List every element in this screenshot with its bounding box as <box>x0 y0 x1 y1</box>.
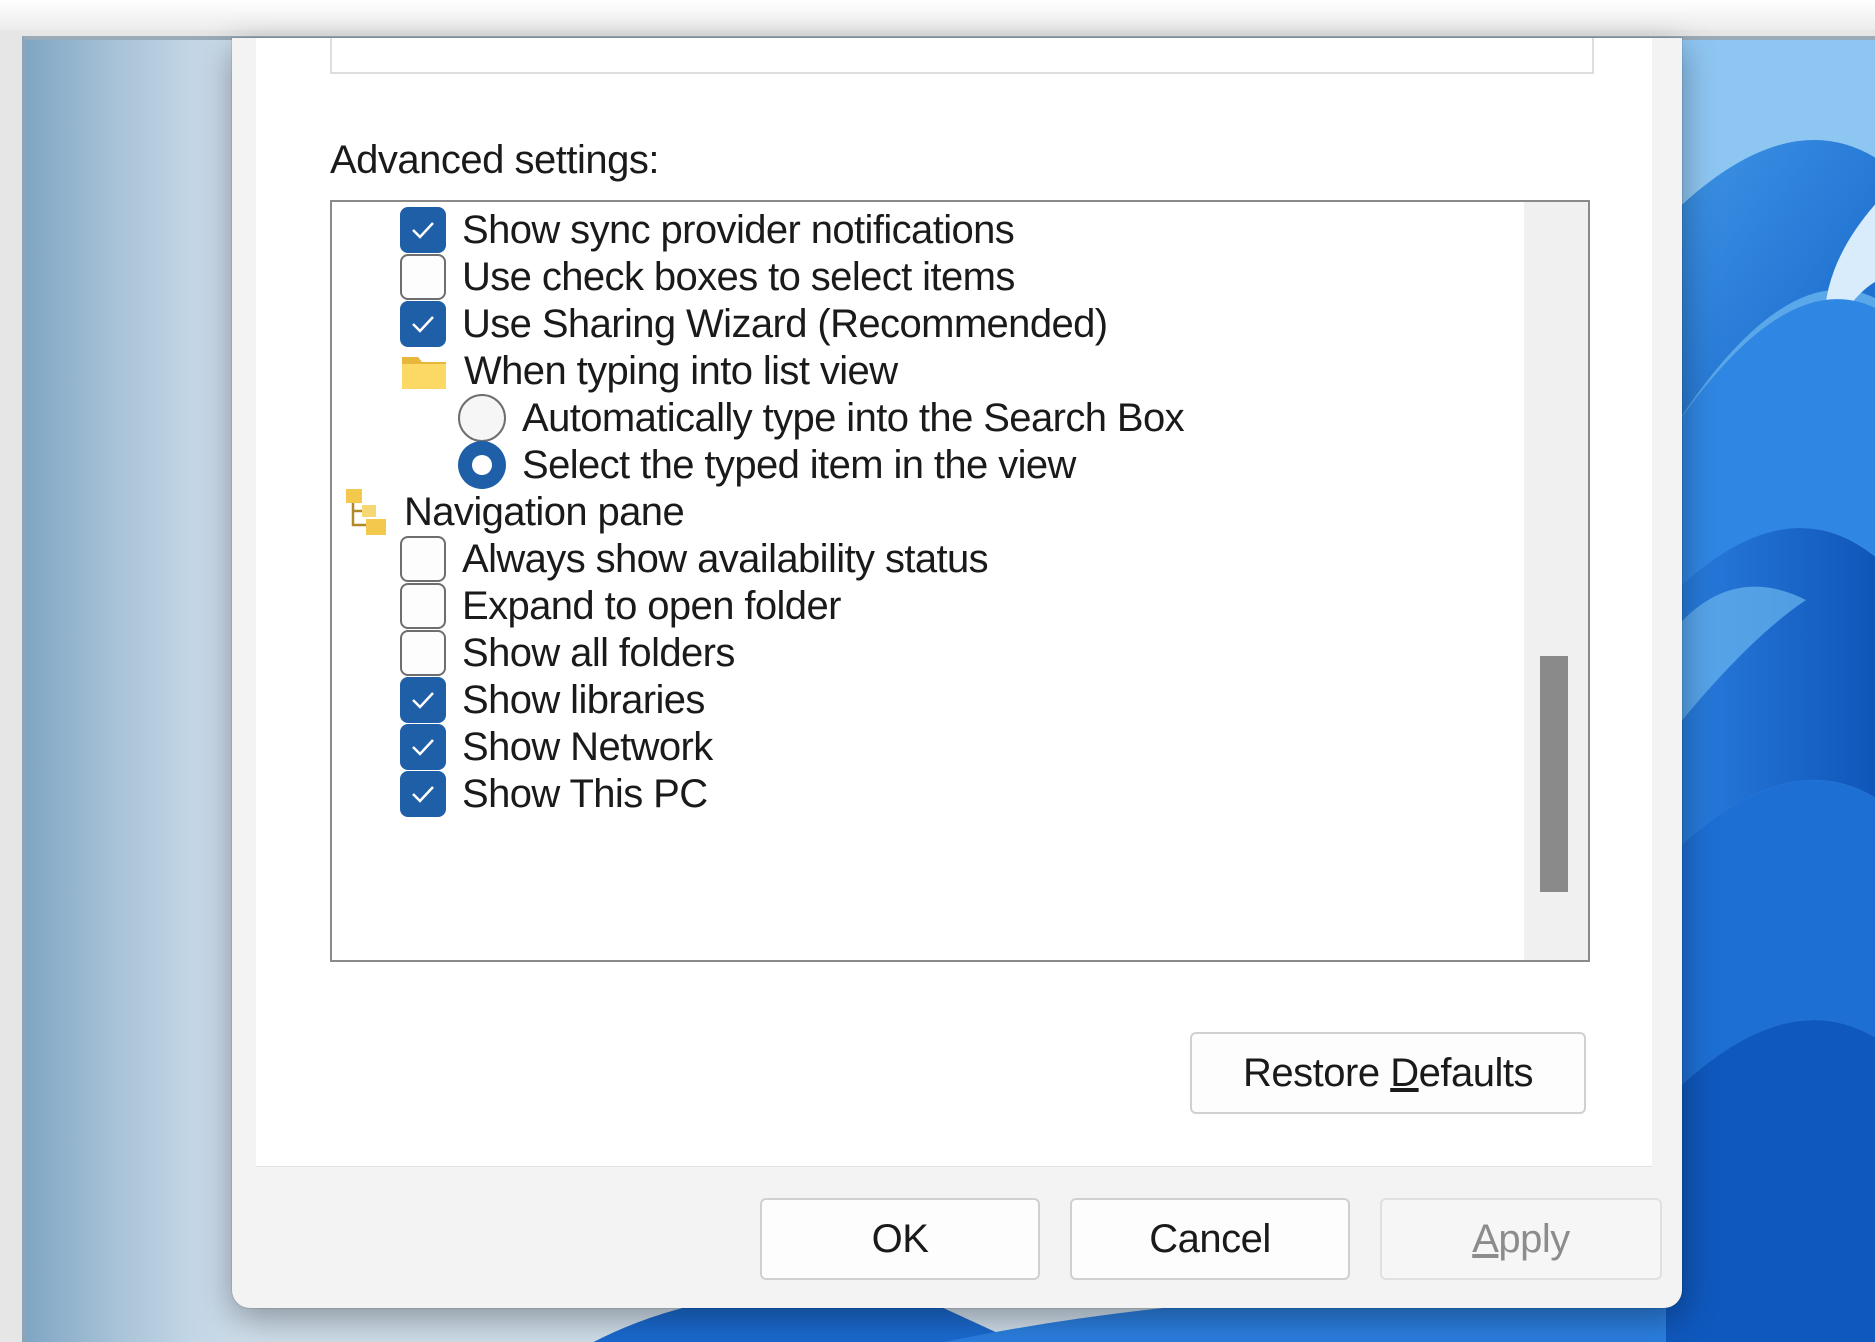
setting-label: Show This PC <box>462 771 708 816</box>
setting-show-this-pc[interactable]: Show This PC <box>400 766 708 822</box>
radio-button-selected[interactable] <box>458 441 506 489</box>
option-label: Select the typed item in the view <box>522 442 1076 487</box>
restore-defaults-button[interactable]: Restore Defaults <box>1190 1032 1586 1114</box>
setting-label: Expand to open folder <box>462 583 841 628</box>
restore-defaults-label-part: Restore <box>1243 1050 1391 1095</box>
screen: Advanced settings: Show sync provider no… <box>0 0 1875 1342</box>
apply-button[interactable]: Apply <box>1380 1198 1662 1280</box>
checkbox-checked[interactable] <box>400 724 446 770</box>
advanced-settings-list[interactable]: Show sync provider notifications Use che… <box>330 200 1590 962</box>
checkbox-checked[interactable] <box>400 677 446 723</box>
setting-label: Show all folders <box>462 630 735 675</box>
folder-views-group-box <box>330 38 1594 74</box>
setting-label: Use check boxes to select items <box>462 254 1015 299</box>
cancel-label: Cancel <box>1149 1216 1271 1261</box>
restore-defaults-access-key: D <box>1390 1050 1419 1095</box>
checkbox-unchecked[interactable] <box>400 630 446 676</box>
view-tab-panel: Advanced settings: Show sync provider no… <box>256 38 1652 1167</box>
advanced-settings-label: Advanced settings: <box>330 138 660 182</box>
vertical-scrollbar[interactable] <box>1524 202 1588 960</box>
checkbox-unchecked[interactable] <box>400 583 446 629</box>
apply-label-part: pply <box>1498 1216 1570 1261</box>
setting-label: Show libraries <box>462 677 705 722</box>
scrollbar-thumb[interactable] <box>1540 656 1568 892</box>
navigation-pane-icon <box>346 489 386 535</box>
checkbox-unchecked[interactable] <box>400 254 446 300</box>
cancel-button[interactable]: Cancel <box>1070 1198 1350 1280</box>
checkmark-icon <box>412 222 434 239</box>
group-label: Navigation pane <box>404 489 685 534</box>
checkbox-checked[interactable] <box>400 207 446 253</box>
apply-access-key: A <box>1472 1216 1499 1261</box>
ok-button[interactable]: OK <box>760 1198 1040 1280</box>
checkmark-icon <box>412 692 434 709</box>
folder-icon <box>402 357 446 389</box>
checkbox-unchecked[interactable] <box>400 536 446 582</box>
checkmark-icon <box>412 786 434 803</box>
setting-label: Show sync provider notifications <box>462 207 1015 252</box>
ok-label: OK <box>871 1216 929 1261</box>
checkbox-checked[interactable] <box>400 771 446 817</box>
checkmark-icon <box>412 739 434 756</box>
setting-label: Use Sharing Wizard (Recommended) <box>462 301 1108 346</box>
group-label: When typing into list view <box>464 348 898 393</box>
radio-button-unselected[interactable] <box>458 394 506 442</box>
option-label: Automatically type into the Search Box <box>522 395 1185 440</box>
folder-options-dialog: Advanced settings: Show sync provider no… <box>232 38 1682 1308</box>
restore-defaults-label-part: efaults <box>1418 1050 1534 1095</box>
top-window-edge <box>0 0 1875 30</box>
setting-label: Show Network <box>462 724 713 769</box>
checkbox-checked[interactable] <box>400 301 446 347</box>
checkmark-icon <box>412 316 434 333</box>
setting-label: Always show availability status <box>462 536 989 581</box>
